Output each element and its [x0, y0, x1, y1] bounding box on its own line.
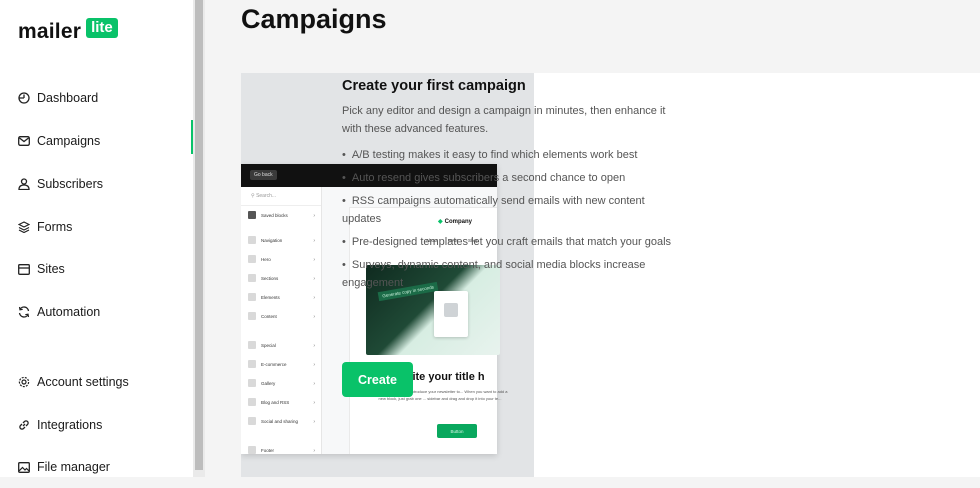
list-item: A/B testing makes it easy to find which … — [342, 146, 672, 164]
sidebar-item-account-settings[interactable]: Account settings — [0, 361, 193, 403]
list-item: Surveys, dynamic content, and social med… — [342, 256, 672, 292]
tshirt-icon — [444, 303, 458, 317]
campaign-intro: Create your first campaign Pick any edit… — [342, 78, 672, 297]
mock-block-row: Sections › — [241, 269, 321, 288]
sidebar-item-label: Campaigns — [37, 134, 101, 148]
mail-icon — [17, 134, 31, 148]
sidebar-item-sites[interactable]: Sites — [0, 248, 193, 290]
mock-block-sidebar: ⚲ Search... Saved blocks › Navigation › He… — [241, 187, 322, 454]
sidebar: mailer lite Dashboard Campaigns Subscrib… — [0, 0, 193, 477]
mock-search: ⚲ Search... — [241, 187, 321, 206]
list-item: Pre-designed templates let you craft ema… — [342, 233, 672, 251]
feature-list: A/B testing makes it easy to find which … — [342, 146, 672, 292]
sidebar-item-label: Automation — [37, 305, 101, 319]
logo-text: mailer — [18, 20, 82, 43]
mock-block-row: Gallery › — [241, 374, 321, 393]
sidebar-item-subscribers[interactable]: Subscribers — [0, 163, 193, 205]
sidebar-scroll-thumb[interactable] — [195, 0, 203, 470]
link-icon — [17, 418, 31, 432]
mock-block-row: Hero › — [241, 250, 321, 269]
sidebar-item-label: File manager — [37, 460, 110, 474]
card-heading: Create your first campaign — [342, 78, 526, 94]
sidebar-item-label: Integrations — [37, 418, 103, 432]
sidebar-item-campaigns[interactable]: Campaigns — [0, 120, 193, 162]
sidebar-item-file-manager[interactable]: File manager — [0, 446, 193, 488]
sidebar-item-label: Account settings — [37, 375, 129, 389]
mock-block-row: E-commerce › — [241, 355, 321, 374]
layers-icon — [17, 220, 31, 234]
mock-block-row: Content › — [241, 307, 321, 326]
gear-icon — [17, 375, 31, 389]
mock-block-row: Elements › — [241, 288, 321, 307]
image-icon — [17, 460, 31, 474]
refresh-icon — [17, 305, 31, 319]
mock-search-placeholder: Search... — [256, 193, 277, 199]
mock-block-row: Social and sharing › — [241, 412, 321, 431]
logo-badge: lite — [86, 18, 118, 38]
sidebar-item-dashboard[interactable]: Dashboard — [0, 77, 193, 119]
mock-block-row: Saved blocks › — [241, 206, 321, 225]
create-campaign-button[interactable]: Create — [342, 362, 413, 397]
sidebar-scrollbar[interactable] — [193, 0, 205, 477]
sidebar-item-label: Subscribers — [37, 177, 103, 191]
mock-button: Button — [437, 424, 477, 438]
sidebar-item-label: Dashboard — [37, 91, 99, 105]
dashboard-gauge-icon — [17, 91, 31, 105]
mock-block-row: Footer › — [241, 441, 321, 460]
user-icon — [17, 177, 31, 191]
mock-block-row: Blog and RSS › — [241, 393, 321, 412]
page-title: Campaigns — [241, 4, 387, 34]
mock-block-row: Special › — [241, 336, 321, 355]
sidebar-item-forms[interactable]: Forms — [0, 206, 193, 248]
sidebar-item-integrations[interactable]: Integrations — [0, 404, 193, 446]
sidebar-item-label: Sites — [37, 262, 65, 276]
mock-product-card — [434, 291, 468, 337]
list-item: RSS campaigns automatically send emails … — [342, 192, 672, 228]
card-intro: Pick any editor and design a campaign in… — [342, 105, 666, 135]
mock-go-back: Go back — [250, 170, 277, 180]
mock-block-row: Navigation › — [241, 231, 321, 250]
mailerlite-logo[interactable]: mailer lite — [18, 18, 118, 44]
list-item: Auto resend gives subscribers a second c… — [342, 169, 672, 187]
sidebar-item-label: Forms — [37, 220, 73, 234]
browser-window-icon — [17, 262, 31, 276]
sidebar-item-automation[interactable]: Automation — [0, 291, 193, 333]
